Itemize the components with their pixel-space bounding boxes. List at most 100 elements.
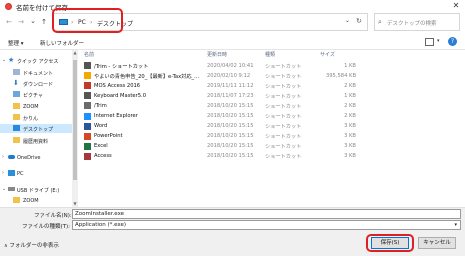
- search-box[interactable]: ⌕ デスクトップの検索: [374, 13, 460, 31]
- sidebar-item-history-docs[interactable]: 履歴用資料: [0, 136, 72, 145]
- view-dropdown-icon[interactable]: ▾: [437, 38, 440, 44]
- sidebar-item-zoom[interactable]: ZOOM: [0, 102, 72, 111]
- chevron-down-icon[interactable]: ⌄: [2, 186, 6, 192]
- pc-icon: [8, 170, 15, 176]
- filetype-value: Application (*.exe): [75, 222, 127, 228]
- file-type: ショートカット: [265, 154, 302, 161]
- cloud-icon: [8, 155, 15, 159]
- save-highlight-annotation: [366, 234, 414, 252]
- filename-input[interactable]: ZoomInstaller.exe: [72, 209, 461, 219]
- desktop-icon: [13, 125, 20, 131]
- sidebar-item-pictures[interactable]: ピクチャ: [0, 90, 72, 99]
- file-name: Keyboard Master5.0: [94, 92, 146, 99]
- download-icon: ⬇: [13, 79, 19, 87]
- file-type: ショートカット: [265, 124, 302, 131]
- folder-icon: [13, 197, 20, 203]
- file-date: 2018/10/20 15:15: [207, 113, 254, 119]
- column-header-size[interactable]: サイズ: [320, 51, 335, 58]
- chevron-down-icon: ▾: [454, 222, 457, 228]
- excel-icon: [84, 142, 91, 150]
- column-header-name[interactable]: 名前: [84, 51, 94, 58]
- sidebar-item-onedrive[interactable]: › OneDrive: [0, 153, 72, 162]
- file-size: 2 KB: [344, 102, 356, 109]
- file-type: ショートカット: [265, 134, 302, 141]
- sidebar-item-label: ドキュメント: [23, 70, 54, 77]
- back-arrow-icon[interactable]: ←: [4, 17, 14, 27]
- filetype-select[interactable]: Application (*.exe) ▾: [72, 220, 461, 230]
- file-size: 3 KB: [344, 133, 356, 140]
- file-name: MOS Access 2016: [94, 82, 141, 89]
- filename-label: ファイル名(N):: [34, 213, 72, 219]
- navigation-pane: ⌄ ★ クイック アクセス ドキュメント ⬇ ダウンロード ピクチャ ZOOM …: [0, 50, 72, 207]
- sidebar-item-label: ピクチャ: [23, 92, 43, 99]
- file-size: 2 KB: [344, 113, 356, 119]
- shortcut-icon: [84, 62, 91, 69]
- sidebar-item-label: OneDrive: [17, 154, 41, 161]
- new-folder-button[interactable]: 新しいフォルダー: [40, 39, 84, 47]
- refresh-icon[interactable]: ↻: [356, 17, 362, 25]
- search-placeholder: デスクトップの検索: [387, 21, 437, 27]
- sidebar-item-documents[interactable]: ドキュメント: [0, 68, 72, 77]
- file-date: 2018/10/20 15:15: [207, 123, 254, 130]
- up-arrow-icon[interactable]: ↑: [39, 17, 49, 27]
- chevron-right-icon[interactable]: ›: [2, 154, 4, 160]
- sidebar-item-label: かりん: [23, 115, 39, 122]
- file-row[interactable]: やよいの青色申告_20_【最新】e-Tax対応_... 2020/02/10 9:…: [82, 71, 357, 80]
- sidebar-item-label: USB ドライブ (E:): [17, 187, 60, 194]
- file-date: 2018/10/20 15:15: [207, 153, 254, 160]
- sidebar-item-label: ZOOM: [23, 103, 39, 110]
- yayoi-app-icon: [84, 72, 91, 80]
- forward-arrow-icon[interactable]: →: [16, 17, 26, 27]
- column-header-type[interactable]: 種類: [265, 51, 275, 58]
- sidebar-item-karin[interactable]: かりん: [0, 113, 72, 122]
- organize-button[interactable]: 整理 ▾: [8, 39, 24, 47]
- file-row[interactable]: Keyboard Master5.0 2018/11/07 17:23 ショートカッ…: [82, 91, 357, 100]
- file-row[interactable]: Internet Explorer 2018/10/20 15:15 ショートカット…: [82, 112, 357, 121]
- scrollbar-thumb[interactable]: [73, 60, 77, 180]
- column-header-date[interactable]: 更新日時: [207, 51, 227, 58]
- sidebar-item-pc[interactable]: › PC: [0, 169, 72, 178]
- file-date: 2018/10/20 15:15: [207, 143, 254, 150]
- file-name: /Trim: [94, 102, 107, 109]
- sidebar-item-quick-access[interactable]: ⌄ ★ クイック アクセス: [0, 56, 72, 65]
- close-button[interactable]: ✕: [449, 0, 463, 12]
- file-row[interactable]: PowerPoint 2018/10/20 15:15 ショートカット 3 KB: [82, 132, 357, 141]
- file-row[interactable]: /Trim - ショートカット 2020/04/02 10:41 ショートカット 1 …: [82, 61, 357, 70]
- documents-icon: [13, 69, 20, 75]
- address-dropdown-icon[interactable]: ⌄: [345, 17, 350, 24]
- filetype-label: ファイルの種類(T):: [22, 224, 71, 230]
- mos-app-icon: [84, 82, 91, 90]
- usb-drive-icon: [8, 187, 15, 191]
- file-name: PowerPoint: [94, 133, 123, 140]
- file-row[interactable]: MOS Access 2016 2019/11/11 11:12 ショートカット 2 …: [82, 81, 357, 90]
- sidebar-item-usb-zoom[interactable]: ZOOM: [0, 196, 72, 205]
- file-row[interactable]: Word 2018/10/20 15:15 ショートカット 3 KB: [82, 122, 357, 131]
- sidebar-item-downloads[interactable]: ⬇ ダウンロード: [0, 79, 72, 88]
- file-type: ショートカット: [265, 93, 302, 100]
- chevron-down-icon[interactable]: ⌄: [2, 57, 6, 63]
- file-row[interactable]: /Trim 2018/10/20 15:15 ショートカット 2 KB: [82, 101, 357, 110]
- search-icon: ⌕: [378, 18, 382, 26]
- sidebar-item-label: 履歴用資料: [23, 138, 49, 145]
- file-date: 2018/11/07 17:23: [207, 92, 254, 99]
- scroll-up-icon[interactable]: ▲: [72, 50, 78, 56]
- file-row[interactable]: Excel 2018/10/20 15:15 ショートカット 3 KB: [82, 142, 357, 151]
- file-type: ショートカット: [265, 63, 302, 70]
- file-type: ショートカット: [265, 73, 302, 80]
- sidebar-item-label: ダウンロード: [23, 81, 54, 88]
- folder-icon: [13, 114, 20, 120]
- cancel-button[interactable]: キャンセル: [418, 237, 456, 249]
- hide-folders-toggle[interactable]: ∧ フォルダーの非表示: [4, 241, 59, 249]
- help-icon[interactable]: ?: [448, 37, 457, 46]
- chevron-up-icon: ∧: [4, 243, 8, 249]
- sidebar-scrollbar[interactable]: ▲ ▼: [72, 50, 78, 207]
- star-icon: ★: [8, 56, 15, 64]
- sidebar-item-usb-drive[interactable]: ⌄ USB ドライブ (E:): [0, 185, 72, 194]
- file-type: ショートカット: [265, 103, 302, 110]
- sidebar-item-desktop[interactable]: デスクトップ: [0, 124, 72, 133]
- file-name: Word: [94, 123, 108, 130]
- file-row[interactable]: Access 2018/10/20 15:15 ショートカット 3 KB: [82, 152, 357, 161]
- recent-locations-icon[interactable]: ⌄: [28, 16, 38, 26]
- view-options-icon[interactable]: [425, 38, 434, 46]
- chevron-right-icon[interactable]: ›: [2, 170, 4, 176]
